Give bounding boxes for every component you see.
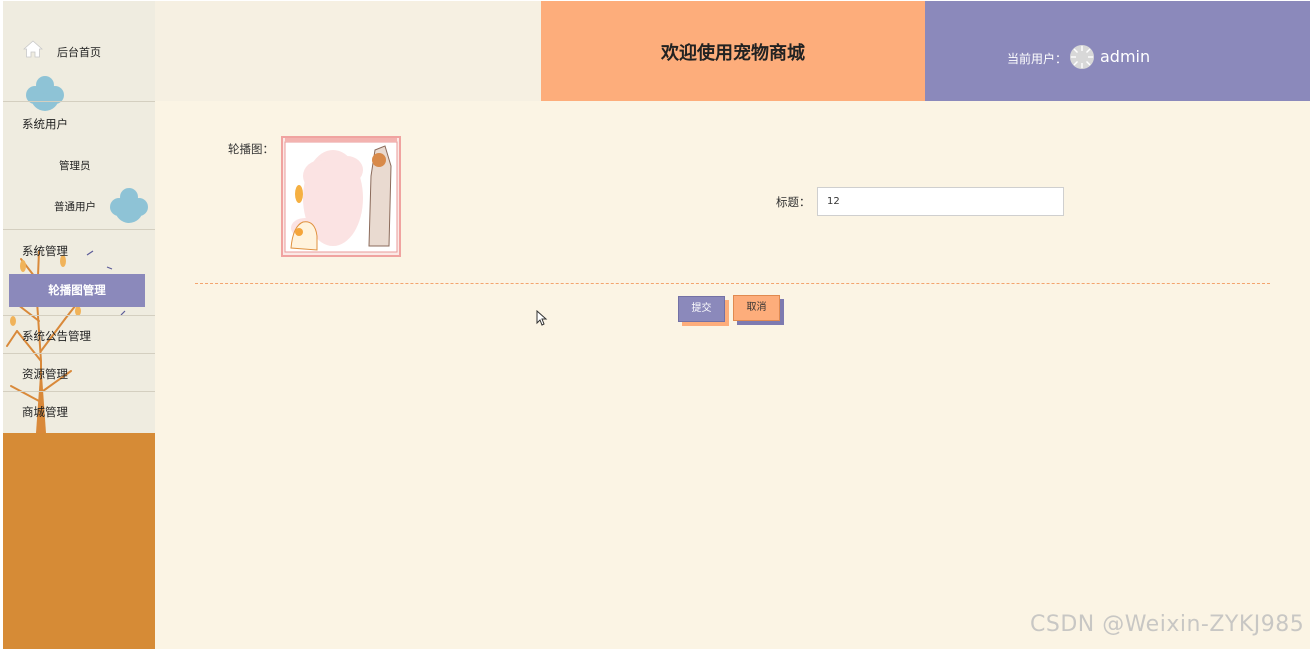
header-title-panel: 欢迎使用宠物商城 [541,1,925,101]
page-title: 欢迎使用宠物商城 [661,43,805,64]
sidebar-item-regular-user[interactable]: 普通用户 [54,199,96,214]
sidebar-item-home[interactable]: 后台首页 [3,29,155,73]
sidebar-group-resources[interactable]: 资源管理 [22,366,68,382]
divider [3,315,155,316]
avatar[interactable] [1069,44,1095,70]
mouse-cursor-icon [536,310,548,326]
sidebar-group-system-users[interactable]: 系统用户 [22,116,68,132]
sidebar-group-announcement[interactable]: 系统公告管理 [22,328,91,344]
divider [3,229,155,230]
divider [3,391,155,392]
title-input[interactable] [817,187,1064,216]
header-user-panel: 当前用户： admin [925,1,1310,101]
divider [195,283,1270,284]
tree-decoration [6,76,148,434]
sidebar-item-home-label: 后台首页 [57,46,101,59]
submit-button[interactable]: 提交 [678,296,725,322]
carousel-image[interactable] [281,136,401,257]
cancel-button[interactable]: 取消 [733,295,780,321]
header-left-panel [155,1,541,101]
home-icon [23,40,43,58]
username[interactable]: admin [1100,47,1150,66]
sidebar-item-carousel-management[interactable]: 轮播图管理 [9,274,145,307]
sidebar-group-system-management[interactable]: 系统管理 [22,243,68,259]
carousel-label: 轮播图： [228,142,274,156]
sidebar-group-mall[interactable]: 商城管理 [22,404,68,420]
title-label: 标题： [776,195,811,209]
current-user-label: 当前用户： [1007,52,1068,66]
divider [3,353,155,354]
divider [3,101,155,102]
sidebar-item-admin[interactable]: 管理员 [59,158,91,173]
sidebar: 后台首页 系统用户 管理员 普通用户 系统管理 轮播图管理 系统公告管理 资源管… [3,1,155,649]
watermark: CSDN @Weixin-ZYKJ985 [1030,612,1305,637]
